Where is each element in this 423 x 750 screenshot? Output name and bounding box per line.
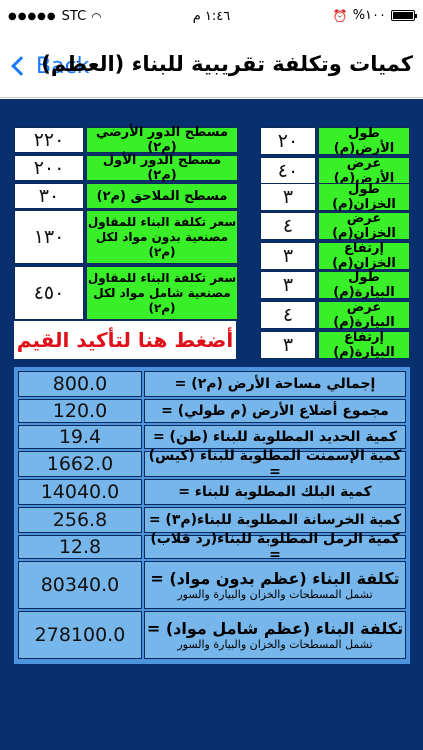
annex-area-field[interactable]: ٣٠ [14,183,84,209]
first-floor-area-label: مسطح الدور الأول (م٢) [86,153,238,183]
result-cement-label: كمية الإسمنت المطلوبة للبناء (كيس) = [144,448,406,480]
battery-fill [393,12,413,19]
result-steel-value: 19.4 [18,425,142,449]
result-blocks-value: 14040.0 [18,479,142,505]
results-panel: 800.0 إجمالي مساحة الأرض (م٢) = 120.0 مج… [14,367,410,664]
labor-price-label-line1: سعر تكلفة البناء للمقاول [87,214,237,229]
result-blocks-label: كمية البلك المطلوبة للبناء = [144,479,406,505]
sewage-length-label: طول البيارة(م) [318,270,410,300]
land-length-label: طول الأرض(م) [318,126,410,156]
battery-percent: %١٠٠ [352,8,386,23]
result-perimeter-value: 120.0 [18,399,142,423]
result-cost-labor-main: تكلفة البناء (عظم بدون مواد) = [150,569,400,588]
land-width-label: عرض الأرض(م) [318,156,410,186]
result-concrete-label: كمية الخرسانة المطلوبة للبناء(م٣) = [144,507,406,533]
result-cost-full-value: 278100.0 [18,611,142,659]
sewage-length-field[interactable]: ٣ [260,271,316,299]
tank-width-field[interactable]: ٤ [260,212,316,240]
tank-length-field[interactable]: ٣ [260,183,316,211]
chevron-left-icon [11,56,31,76]
result-concrete-value: 256.8 [18,507,142,533]
land-length-field[interactable]: ٢٠ [260,127,316,155]
sewage-width-field[interactable]: ٤ [260,301,316,329]
full-price-field[interactable]: ٤٥٠ [14,266,84,320]
annex-area-label: مسطح الملاحق (م٢) [86,183,238,209]
page-title: كميات وتكلفة تقريبية للبناء (العظم) [41,52,413,76]
result-land-area-label: إجمالي مساحة الأرض (م٢) = [144,371,406,397]
result-steel-label: كمية الحديد المطلوبة للبناء (طن) = [144,425,406,449]
full-price-label-line1: سعر تكلفة البناء للمقاول [87,270,237,285]
ground-floor-area-label: مسطح الدور الأرضي (م٢) [86,125,238,155]
tank-length-label: طول الخزان(م) [318,182,410,212]
land-width-field[interactable]: ٤٠ [260,157,316,185]
sewage-width-label: عرض البيارة(م) [318,300,410,330]
labor-price-field[interactable]: ١٣٠ [14,210,84,264]
result-cost-full-main: تكلفة البناء (عظم شامل مواد) = [146,619,404,638]
ground-floor-area-field[interactable]: ٢٢٠ [14,127,84,153]
result-cost-labor-value: 80340.0 [18,561,142,609]
labor-price-label-line2: مصنعية بدون مواد لكل (م٢) [95,229,229,259]
sewage-height-label: إرتفاع البيارة(م) [318,330,410,360]
battery-icon [391,10,417,21]
full-price-label: سعر تكلفة البناء للمقاول مصنعية شامل موا… [86,266,238,320]
result-cost-labor-sub: تشمل المسطحات والخزان والبيارة والسور [177,588,373,601]
alarm-icon: ⏰ [332,8,348,23]
result-perimeter-label: مجموع أضلاع الأرض (م طولي) = [144,399,406,423]
result-cement-value: 1662.0 [18,451,142,477]
content-area: ٢٠ طول الأرض(م) ٤٠ عرض الأرض(م) ٣ طول ال… [0,99,423,750]
result-cost-labor-label: تكلفة البناء (عظم بدون مواد) = تشمل المس… [144,561,406,609]
result-land-area-value: 800.0 [18,371,142,397]
tank-height-label: إرتفاع الخزان(م) [318,241,410,271]
result-cost-full-label: تكلفة البناء (عظم شامل مواد) = تشمل المس… [144,611,406,659]
first-floor-area-field[interactable]: ٢٠٠ [14,155,84,181]
result-sand-value: 12.8 [18,535,142,559]
navigation-bar: Back كميات وتكلفة تقريبية للبناء (العظم) [0,34,423,98]
sewage-height-field[interactable]: ٣ [260,331,316,359]
full-price-label-line2: مصنعية شامل مواد لكل (م٢) [93,285,231,315]
tank-width-label: عرض الخزان(م) [318,211,410,241]
status-right: ⏰ %١٠٠ [332,8,417,23]
result-sand-label: كمية الرمل المطلوبة للبناء(رد قلاب) = [144,531,406,563]
status-bar: ●●●●● STC ◠ ١:٤٦ م ⏰ %١٠٠ [0,0,423,34]
confirm-values-button[interactable]: أضغط هنا لتأكيد القيم [14,321,236,359]
result-cost-full-sub: تشمل المسطحات والخزان والبيارة والسور [177,638,373,651]
labor-price-label: سعر تكلفة البناء للمقاول مصنعية بدون موا… [86,210,238,264]
tank-height-field[interactable]: ٣ [260,242,316,270]
